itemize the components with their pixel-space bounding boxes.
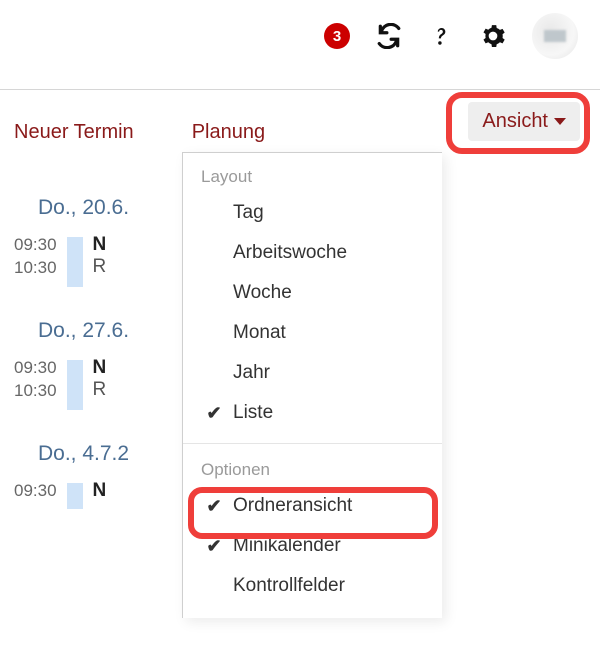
- view-option-label: Monat: [227, 322, 286, 344]
- event-row[interactable]: 09:30 10:30 N R: [14, 234, 180, 287]
- view-option-woche[interactable]: Woche: [183, 273, 442, 313]
- planning-button[interactable]: Planung: [192, 121, 265, 144]
- dropdown-section-options: Optionen: [183, 446, 442, 486]
- help-icon[interactable]: [428, 23, 454, 49]
- option-kontrollfelder[interactable]: Kontrollfelder: [183, 566, 442, 606]
- event-text: N R: [93, 234, 107, 278]
- view-option-monat[interactable]: Monat: [183, 313, 442, 353]
- view-option-jahr[interactable]: Jahr: [183, 353, 442, 393]
- topbar: 3: [0, 0, 600, 72]
- view-dropdown-button[interactable]: Ansicht: [468, 102, 580, 141]
- event-color-bar: [67, 237, 83, 287]
- event-times: 09:30 10:30: [14, 357, 57, 403]
- date-heading: Do., 4.7.2: [38, 442, 180, 466]
- date-heading: Do., 27.6.: [38, 319, 180, 343]
- event-title: N: [93, 234, 107, 256]
- check-icon: ✔: [201, 496, 227, 517]
- view-option-arbeitswoche[interactable]: Arbeitswoche: [183, 233, 442, 273]
- view-option-label: Woche: [227, 282, 292, 304]
- refresh-icon[interactable]: [376, 23, 402, 49]
- option-label: Minikalender: [227, 535, 341, 557]
- view-option-label: Tag: [227, 202, 264, 224]
- check-icon: ✔: [201, 536, 227, 557]
- event-location: R: [93, 379, 107, 401]
- option-ordneransicht[interactable]: ✔ Ordneransicht: [183, 486, 442, 526]
- event-times: 09:30 10:30: [14, 234, 57, 280]
- event-list: Do., 20.6. 09:30 10:30 N R Do., 27.6. 09…: [0, 170, 180, 541]
- chevron-down-icon: [554, 118, 566, 125]
- event-start: 09:30: [14, 480, 57, 503]
- divider: [0, 89, 600, 90]
- event-location: R: [93, 256, 107, 278]
- event-text: N: [93, 480, 107, 502]
- date-heading: Do., 20.6.: [38, 196, 180, 220]
- option-label: Ordneransicht: [227, 495, 352, 517]
- option-minikalender[interactable]: ✔ Minikalender: [183, 526, 442, 566]
- view-option-liste[interactable]: ✔ Liste: [183, 393, 442, 433]
- notification-count: 3: [333, 28, 341, 45]
- view-option-tag[interactable]: Tag: [183, 193, 442, 233]
- gear-icon[interactable]: [480, 23, 506, 49]
- view-option-label: Arbeitswoche: [227, 242, 347, 264]
- dropdown-separator: [183, 443, 442, 444]
- event-row[interactable]: 09:30 N: [14, 480, 180, 509]
- event-color-bar: [67, 483, 83, 509]
- event-title: N: [93, 357, 107, 379]
- option-label: Kontrollfelder: [227, 575, 345, 597]
- avatar[interactable]: [532, 13, 578, 59]
- check-icon: ✔: [201, 403, 227, 424]
- event-times: 09:30: [14, 480, 57, 503]
- notification-badge[interactable]: 3: [324, 23, 350, 49]
- event-row[interactable]: 09:30 10:30 N R: [14, 357, 180, 410]
- event-color-bar: [67, 360, 83, 410]
- event-start: 09:30: [14, 234, 57, 257]
- event-start: 09:30: [14, 357, 57, 380]
- view-dropdown-menu: Layout Tag Arbeitswoche Woche Monat Jahr…: [182, 152, 442, 618]
- dropdown-section-layout: Layout: [183, 153, 442, 193]
- view-dropdown-label: Ansicht: [482, 110, 548, 133]
- event-text: N R: [93, 357, 107, 401]
- event-end: 10:30: [14, 257, 57, 280]
- event-end: 10:30: [14, 380, 57, 403]
- view-option-label: Liste: [227, 402, 273, 424]
- new-event-button[interactable]: Neuer Termin: [14, 121, 134, 144]
- view-option-label: Jahr: [227, 362, 270, 384]
- event-title: N: [93, 480, 107, 502]
